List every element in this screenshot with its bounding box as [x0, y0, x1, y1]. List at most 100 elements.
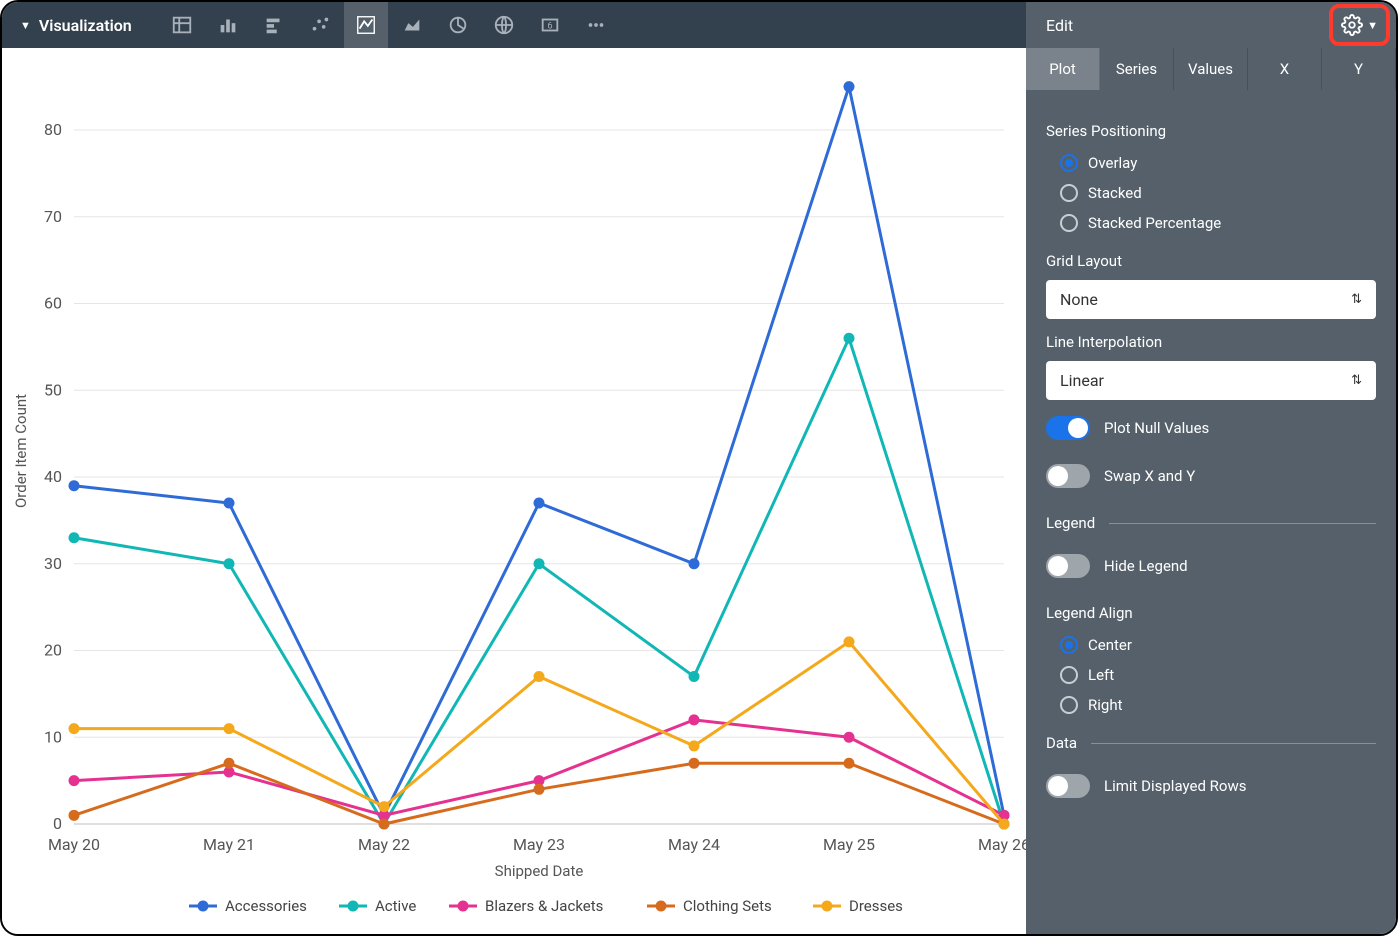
radio-label: Stacked: [1088, 184, 1142, 202]
data-point[interactable]: [844, 333, 855, 344]
data-point[interactable]: [69, 723, 80, 734]
radio-dot-icon: [1060, 154, 1078, 172]
data-point[interactable]: [534, 671, 545, 682]
legend-item-accessories[interactable]: Accessories: [189, 897, 307, 915]
visualization-dropdown[interactable]: ▼ Visualization: [2, 16, 150, 35]
edit-side-panel: PlotSeriesValuesXY Series Positioning Ov…: [1026, 48, 1396, 934]
tab-series[interactable]: Series: [1100, 48, 1174, 90]
select-caret-icon: ⇅: [1351, 373, 1362, 388]
series-line-accessories: [74, 87, 1004, 816]
legend-align-option-left[interactable]: Left: [1060, 666, 1376, 684]
plot-null-values-toggle[interactable]: [1046, 416, 1090, 440]
hide-legend-toggle[interactable]: [1046, 554, 1090, 578]
section-line-interpolation: Line Interpolation: [1046, 333, 1376, 351]
viz-type-line-icon[interactable]: [344, 2, 388, 48]
radio-label: Left: [1088, 666, 1114, 684]
top-toolbar: ▼ Visualization 6 Edit ▼: [2, 2, 1396, 48]
data-point[interactable]: [69, 532, 80, 543]
legend-item-dresses[interactable]: Dresses: [813, 897, 903, 915]
data-point[interactable]: [379, 819, 390, 830]
tab-values[interactable]: Values: [1174, 48, 1248, 90]
section-legend-align: Legend Align: [1046, 604, 1376, 622]
viz-type-single-value-icon[interactable]: 6: [528, 2, 572, 48]
grid-layout-select[interactable]: None ⇅: [1046, 280, 1376, 319]
data-point[interactable]: [534, 558, 545, 569]
data-point[interactable]: [689, 714, 700, 725]
legend-item-clothing-sets[interactable]: Clothing Sets: [647, 897, 772, 915]
data-point[interactable]: [534, 784, 545, 795]
y-tick-label: 20: [44, 641, 62, 660]
section-legend: Legend: [1046, 514, 1376, 532]
x-tick-label: May 23: [513, 835, 565, 854]
viz-type-pie-icon[interactable]: [436, 2, 480, 48]
caret-down-icon: ▼: [1367, 19, 1378, 32]
grid-layout-value: None: [1060, 290, 1098, 309]
viz-type-bar-icon[interactable]: [252, 2, 296, 48]
series-positioning-option-stacked-percentage[interactable]: Stacked Percentage: [1060, 214, 1376, 232]
viz-type-column-icon[interactable]: [206, 2, 250, 48]
data-point[interactable]: [999, 819, 1010, 830]
y-tick-label: 70: [44, 207, 62, 226]
data-point[interactable]: [689, 671, 700, 682]
data-point[interactable]: [69, 775, 80, 786]
radio-label: Right: [1088, 696, 1122, 714]
section-data: Data: [1046, 734, 1376, 752]
legend-label: Dresses: [849, 897, 903, 915]
tab-x[interactable]: X: [1248, 48, 1322, 90]
line-chart: 01020304050607080May 20May 21May 22May 2…: [2, 48, 1026, 934]
series-line-dresses: [74, 642, 1004, 824]
tab-y[interactable]: Y: [1322, 48, 1396, 90]
viz-type-map-icon[interactable]: [482, 2, 526, 48]
data-point[interactable]: [844, 81, 855, 92]
data-point[interactable]: [224, 498, 235, 509]
svg-text:6: 6: [547, 22, 552, 32]
data-point[interactable]: [69, 810, 80, 821]
settings-menu-button[interactable]: ▼: [1337, 10, 1382, 40]
series-positioning-radios: Overlay Stacked Stacked Percentage: [1046, 150, 1376, 238]
limit-rows-toggle[interactable]: [1046, 774, 1090, 798]
data-point[interactable]: [844, 758, 855, 769]
y-tick-label: 80: [44, 120, 62, 139]
x-tick-label: May 26: [978, 835, 1026, 854]
data-point[interactable]: [224, 558, 235, 569]
data-point[interactable]: [844, 732, 855, 743]
y-tick-label: 40: [44, 467, 62, 486]
data-point[interactable]: [69, 480, 80, 491]
viz-type-area-icon[interactable]: [390, 2, 434, 48]
tab-plot[interactable]: Plot: [1026, 48, 1100, 90]
swap-xy-toggle[interactable]: [1046, 464, 1090, 488]
x-tick-label: May 25: [823, 835, 875, 854]
plot-null-values-label: Plot Null Values: [1104, 419, 1209, 437]
series-line-active: [74, 338, 1004, 824]
line-interpolation-select[interactable]: Linear ⇅: [1046, 361, 1376, 400]
legend-align-option-center[interactable]: Center: [1060, 636, 1376, 654]
series-positioning-option-overlay[interactable]: Overlay: [1060, 154, 1376, 172]
legend-align-radios: Center Left Right: [1046, 632, 1376, 720]
data-point[interactable]: [224, 723, 235, 734]
viz-type-table-icon[interactable]: [160, 2, 204, 48]
y-tick-label: 60: [44, 294, 62, 313]
data-point[interactable]: [379, 801, 390, 812]
x-tick-label: May 24: [668, 835, 720, 854]
legend-item-blazers-jackets[interactable]: Blazers & Jackets: [449, 897, 603, 915]
data-point[interactable]: [224, 758, 235, 769]
data-point[interactable]: [844, 636, 855, 647]
legend-item-active[interactable]: Active: [339, 897, 416, 915]
section-series-positioning: Series Positioning: [1046, 122, 1376, 140]
radio-label: Stacked Percentage: [1088, 214, 1221, 232]
series-positioning-option-stacked[interactable]: Stacked: [1060, 184, 1376, 202]
data-point[interactable]: [689, 758, 700, 769]
data-point[interactable]: [534, 498, 545, 509]
viz-type-icons: 6: [150, 2, 618, 48]
viz-type-more-icon[interactable]: [574, 2, 618, 48]
swap-xy-label: Swap X and Y: [1104, 467, 1195, 485]
radio-dot-icon: [1060, 666, 1078, 684]
data-point[interactable]: [689, 740, 700, 751]
limit-rows-label: Limit Displayed Rows: [1104, 777, 1246, 795]
data-point[interactable]: [689, 558, 700, 569]
legend-align-option-right[interactable]: Right: [1060, 696, 1376, 714]
x-tick-label: May 21: [203, 835, 255, 854]
y-axis-label: Order Item Count: [12, 394, 30, 508]
viz-type-scatter-icon[interactable]: [298, 2, 342, 48]
radio-dot-icon: [1060, 214, 1078, 232]
